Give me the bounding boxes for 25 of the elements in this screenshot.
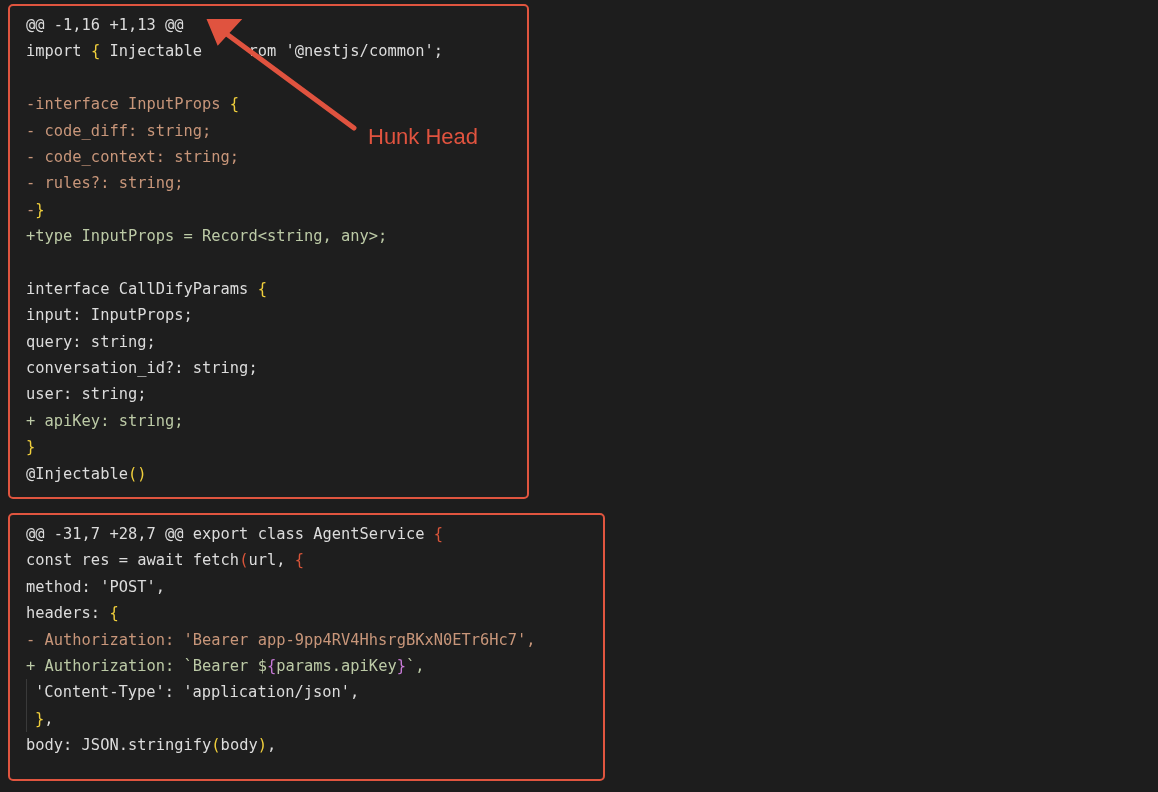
code-line: + Authorization: `Bearer ${params.apiKey}`, [26, 656, 425, 677]
hunk-header: @@ -1,16 +1,13 @@ [26, 15, 184, 36]
code-line: - rules?: string; [26, 173, 184, 195]
code-line: @Injectable() [26, 463, 147, 485]
code-line: 'Content-Type': 'application/json', [26, 679, 360, 706]
code-line: -} [26, 199, 45, 221]
code-line: } [26, 437, 36, 459]
code-line: interface CallDifyParams { [26, 278, 267, 300]
code-line: headers: { [26, 603, 119, 625]
code-line: method: 'POST', [26, 576, 165, 598]
code-line: + apiKey: string; [26, 410, 184, 432]
code-line: query: string; [26, 331, 156, 353]
code-line: - code_diff: string; [26, 120, 212, 142]
code-line: -interface InputProps { [26, 94, 240, 116]
code-line: const res = await fetch(url, { [26, 550, 305, 572]
code-line: body: JSON.stringify(body), [26, 735, 277, 757]
code-line: - code_context: string; [26, 146, 240, 168]
hunk-header: @@ -31,7 +28,7 @@ export class AgentService { [26, 524, 443, 546]
code-line: +type InputProps = Record<string, any>; [26, 226, 388, 248]
annotation-label: Hunk Head [368, 124, 479, 150]
code-line: - Authorization: 'Bearer app-9pp4RV4HhsrgBKxN0ETr6Hc7', [26, 629, 536, 651]
code-line: conversation_id?: string; [26, 358, 258, 380]
code-line: user: string; [26, 384, 147, 406]
code-line: input: InputProps; [26, 305, 193, 327]
code-line: }, [26, 705, 54, 733]
